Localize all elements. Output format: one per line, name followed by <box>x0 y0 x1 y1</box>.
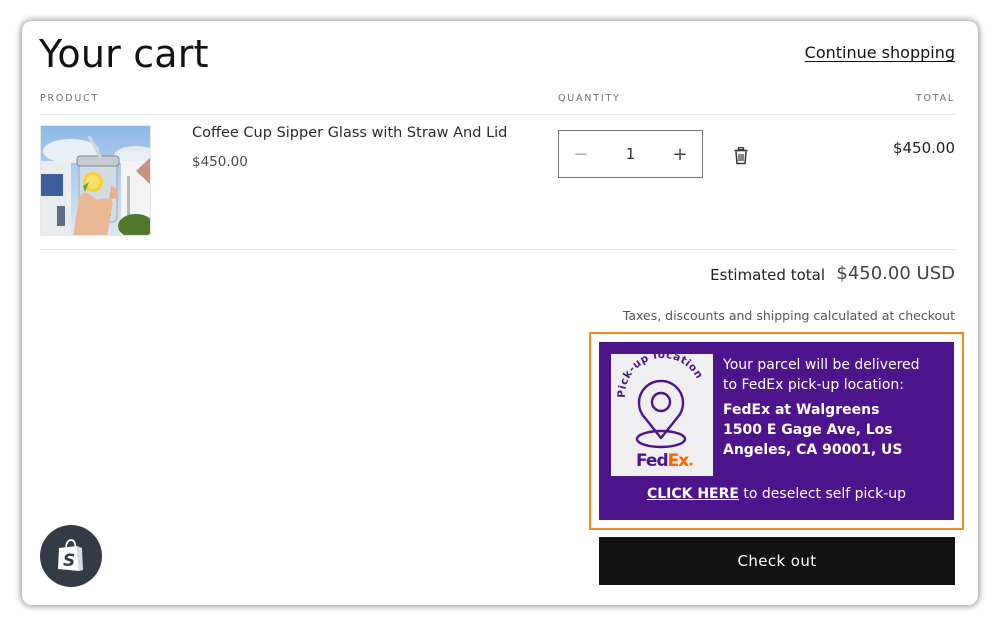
logo-arc-text: Pick-up location <box>616 349 705 398</box>
svg-text:S: S <box>63 551 75 571</box>
logo-ex: Ex <box>668 451 690 471</box>
product-image[interactable] <box>40 125 151 236</box>
column-header-quantity: QUANTITY <box>558 93 621 104</box>
decrease-quantity-button[interactable]: − <box>559 131 603 177</box>
line-item-total: $450.00 <box>892 139 955 157</box>
fedex-pickup-widget: Pick-up location FedEx Your parcel will … <box>589 332 964 530</box>
product-photo-icon <box>41 126 150 235</box>
deselect-pickup-text: to deselect self pick-up <box>738 486 907 502</box>
shopify-bag-icon: S <box>58 539 83 571</box>
fedex-pickup-logo: Pick-up location FedEx <box>611 349 713 476</box>
cart-page: Your cart Continue shopping PRODUCT QUAN… <box>22 21 978 605</box>
pickup-address-line1: 1500 E Gage Ave, Los <box>723 422 893 438</box>
divider <box>40 249 955 250</box>
pickup-address: FedEx at Walgreens 1500 E Gage Ave, Los … <box>723 400 953 460</box>
pickup-details: Your parcel will be delivered to FedEx p… <box>723 355 953 460</box>
product-unit-price: $450.00 <box>192 154 248 170</box>
pickup-address-line2: Angeles, CA 90001, US <box>723 442 903 458</box>
estimated-total-value: $450.00 USD <box>836 263 955 284</box>
product-name[interactable]: Coffee Cup Sipper Glass with Straw And L… <box>192 125 507 141</box>
page-title: Your cart <box>39 32 209 76</box>
divider <box>40 114 955 115</box>
svg-text:Pick-up location: Pick-up location <box>616 354 706 398</box>
pickup-location-pin-icon: Pick-up location FedEx <box>616 349 706 471</box>
quantity-input[interactable]: 1 <box>611 145 651 163</box>
taxes-note: Taxes, discounts and shipping calculated… <box>622 308 955 323</box>
estimated-total-label: Estimated total <box>710 266 825 284</box>
trash-icon <box>734 147 748 165</box>
shopify-badge[interactable]: S <box>40 525 102 587</box>
checkout-button[interactable]: Check out <box>599 537 955 585</box>
deselect-pickup-link[interactable]: CLICK HERE <box>647 486 739 502</box>
quantity-stepper: − 1 + <box>558 130 703 178</box>
pickup-intro-line1: Your parcel will be delivered <box>723 357 920 373</box>
column-header-product: PRODUCT <box>40 93 100 104</box>
pickup-intro-line2: to FedEx pick-up location: <box>723 377 904 393</box>
pickup-location-name: FedEx at Walgreens <box>723 402 880 418</box>
svg-text:FedEx: FedEx <box>636 451 689 471</box>
column-header-total: TOTAL <box>915 93 955 104</box>
deselect-pickup-row: CLICK HERE to deselect self pick-up <box>599 486 954 502</box>
logo-fed: Fed <box>636 451 668 471</box>
continue-shopping-link[interactable]: Continue shopping <box>805 43 955 62</box>
increase-quantity-button[interactable]: + <box>658 131 702 177</box>
remove-item-button[interactable] <box>733 147 749 165</box>
fedex-pickup-panel: Pick-up location FedEx Your parcel will … <box>599 342 954 520</box>
